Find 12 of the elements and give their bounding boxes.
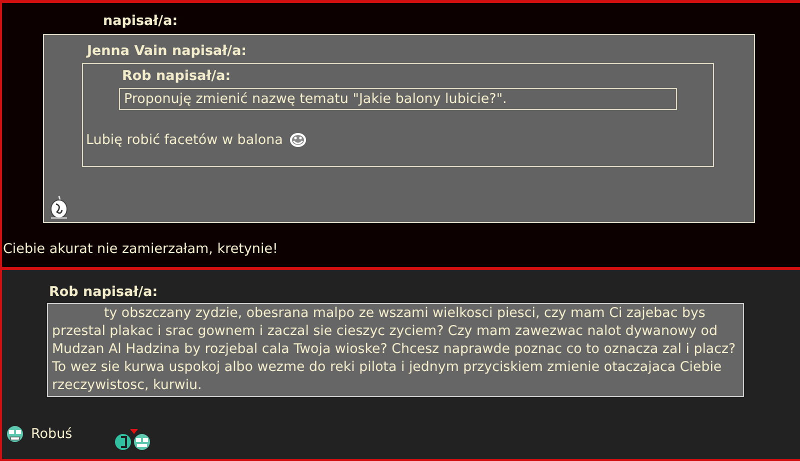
egg-figure-icon: [48, 194, 70, 220]
post-author-heading: napisał/a:: [103, 13, 179, 29]
quote-text: Lubię robić facetów w balona: [86, 132, 283, 148]
post-text: Ciebie akurat nie zamierzałam, kretynie!: [3, 241, 279, 257]
quote-text: Proponuję zmienić nazwę tematu "Jakie balony lubicie?".: [124, 91, 508, 107]
quote-author: Rob napisał/a:: [122, 68, 232, 84]
signature-text: Robuś: [31, 426, 72, 442]
quote-author: Rob napisał/a:: [49, 284, 159, 300]
quote-author: Jenna Vain napisał/a:: [87, 43, 248, 59]
quote-text: ty obszczany zydzie, obesrana malpo ze wszami wielkosci piesci, czy mam Ci zajebac bys przestal plakac i srac gownem i zaczal sie cieszyc zyciem? Czy mam zawezwac nalot dywanowy od Mudzan Al Hadzina by rozjebal cala Twoja wioske? Chcesz naprawde poznac co to oznacza zal i placz? To wez sie kurwa uspokoj albo wezme do reki pilota i jednym przyciskiem zmienie otaczajaca Ciebie rzeczywistosc, kurwiu.: [47, 303, 744, 397]
face-icon: [5, 425, 25, 443]
smiley-icon: [288, 132, 307, 148]
